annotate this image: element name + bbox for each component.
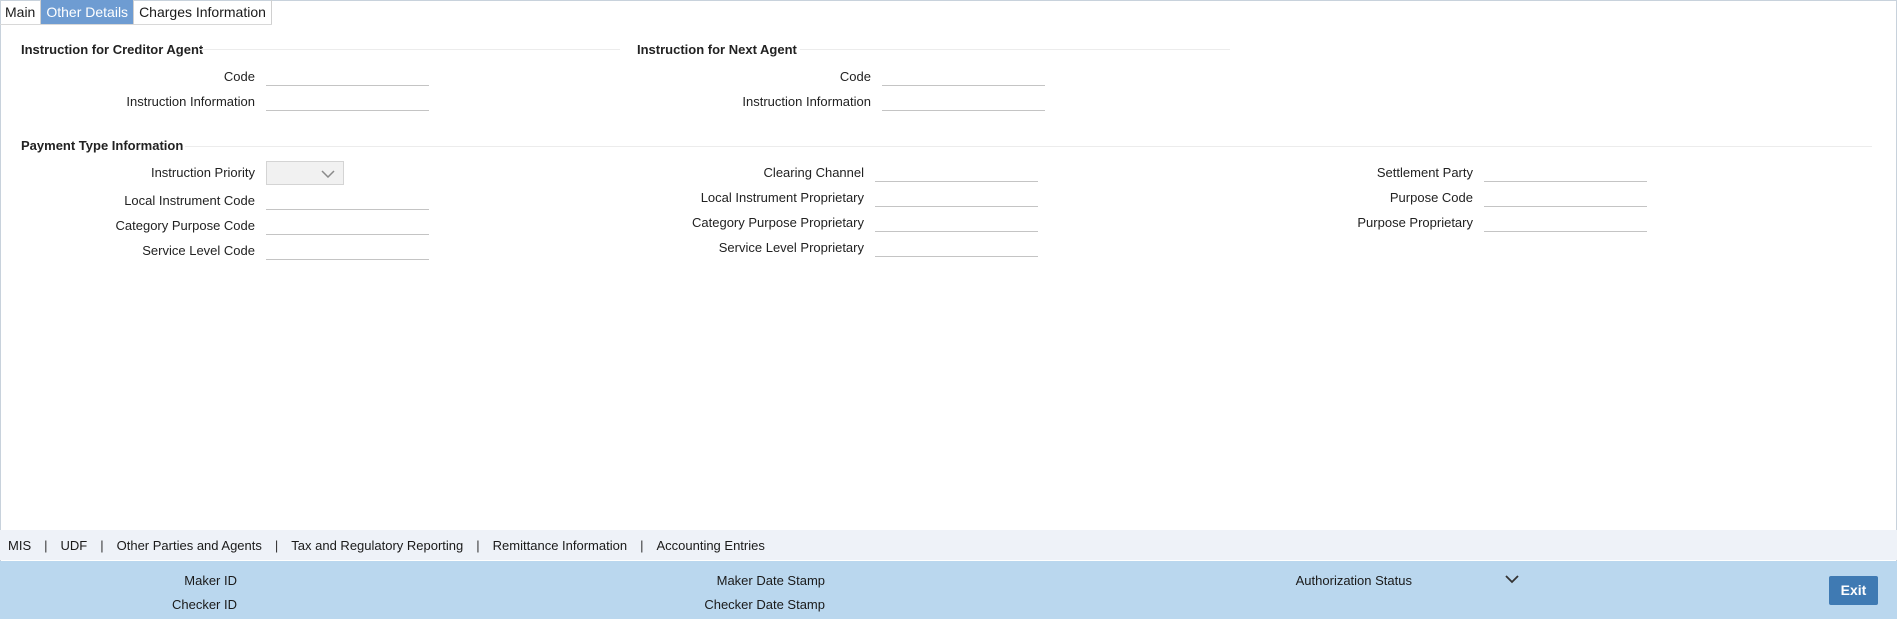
tab-other-details[interactable]: Other Details	[41, 0, 135, 24]
purpose-code-label: Purpose Code	[1389, 190, 1473, 205]
exit-button[interactable]: Exit	[1829, 576, 1878, 605]
settlement-party-label: Settlement Party	[1376, 165, 1473, 180]
chevron-down-icon	[321, 170, 335, 178]
tab-bar: Main Other Details Charges Information	[0, 0, 272, 25]
category-purpose-proprietary-label: Category Purpose Proprietary	[692, 215, 864, 230]
purpose-proprietary-input[interactable]	[1484, 212, 1647, 232]
checker-id-label: Checker ID	[171, 597, 237, 612]
maker-id-label: Maker ID	[184, 573, 237, 588]
instruction-priority-label: Instruction Priority	[150, 165, 255, 180]
local-instrument-code-input[interactable]	[266, 190, 429, 210]
link-separator: |	[100, 537, 104, 553]
service-level-code-input[interactable]	[266, 240, 429, 260]
service-level-proprietary-label: Service Level Proprietary	[718, 240, 864, 255]
category-purpose-code-input[interactable]	[266, 215, 429, 235]
tab-main[interactable]: Main	[0, 0, 42, 24]
category-purpose-proprietary-input[interactable]	[875, 212, 1038, 232]
link-separator: |	[44, 537, 48, 553]
audit-footer	[0, 561, 1897, 619]
link-other-parties-and-agents[interactable]: Other Parties and Agents	[117, 538, 262, 553]
payment-type-divider	[185, 146, 1872, 147]
checker-date-stamp-label: Checker Date Stamp	[704, 597, 825, 612]
next-agent-info-input[interactable]	[882, 91, 1045, 111]
link-udf[interactable]: UDF	[61, 538, 88, 553]
next-agent-code-label: Code	[839, 69, 871, 84]
maker-date-stamp-label: Maker Date Stamp	[716, 573, 825, 588]
next-agent-code-input[interactable]	[882, 66, 1045, 86]
link-separator: |	[476, 537, 480, 553]
tab-charges-information[interactable]: Charges Information	[134, 0, 272, 24]
local-instrument-code-label: Local Instrument Code	[124, 193, 255, 208]
creditor-agent-info-input[interactable]	[266, 91, 429, 111]
local-instrument-proprietary-input[interactable]	[875, 187, 1038, 207]
authorization-status-label: Authorization Status	[1295, 573, 1412, 588]
settlement-party-input[interactable]	[1484, 162, 1647, 182]
creditor-agent-section-title: Instruction for Creditor Agent	[21, 42, 204, 57]
clearing-channel-input[interactable]	[875, 162, 1038, 182]
link-accounting-entries[interactable]: Accounting Entries	[656, 538, 764, 553]
link-separator: |	[274, 537, 279, 553]
category-purpose-code-label: Category Purpose Code	[115, 218, 255, 233]
creditor-agent-code-label: Code	[223, 69, 255, 84]
creditor-agent-divider	[200, 49, 620, 50]
next-agent-divider	[800, 49, 1230, 50]
link-mis[interactable]: MIS	[8, 538, 31, 553]
creditor-agent-info-label: Instruction Information	[126, 94, 255, 109]
next-agent-info-label: Instruction Information	[742, 94, 871, 109]
service-level-proprietary-input[interactable]	[875, 237, 1038, 257]
purpose-proprietary-label: Purpose Proprietary	[1357, 215, 1473, 230]
chevron-down-icon[interactable]	[1505, 575, 1519, 584]
instruction-priority-select[interactable]	[266, 161, 344, 185]
link-tax-and-regulatory-reporting[interactable]: Tax and Regulatory Reporting	[291, 538, 463, 553]
next-agent-section-title: Instruction for Next Agent	[637, 42, 797, 57]
link-separator: |	[640, 537, 644, 553]
purpose-code-input[interactable]	[1484, 187, 1647, 207]
local-instrument-proprietary-label: Local Instrument Proprietary	[700, 190, 864, 205]
payment-type-section-title: Payment Type Information	[21, 138, 184, 153]
sub-screen-links-bar: MIS | UDF | Other Parties and Agents | T…	[0, 530, 1897, 560]
clearing-channel-label: Clearing Channel	[763, 165, 864, 180]
creditor-agent-code-input[interactable]	[266, 66, 429, 86]
service-level-code-label: Service Level Code	[142, 243, 255, 258]
link-remittance-information[interactable]: Remittance Information	[493, 538, 627, 553]
